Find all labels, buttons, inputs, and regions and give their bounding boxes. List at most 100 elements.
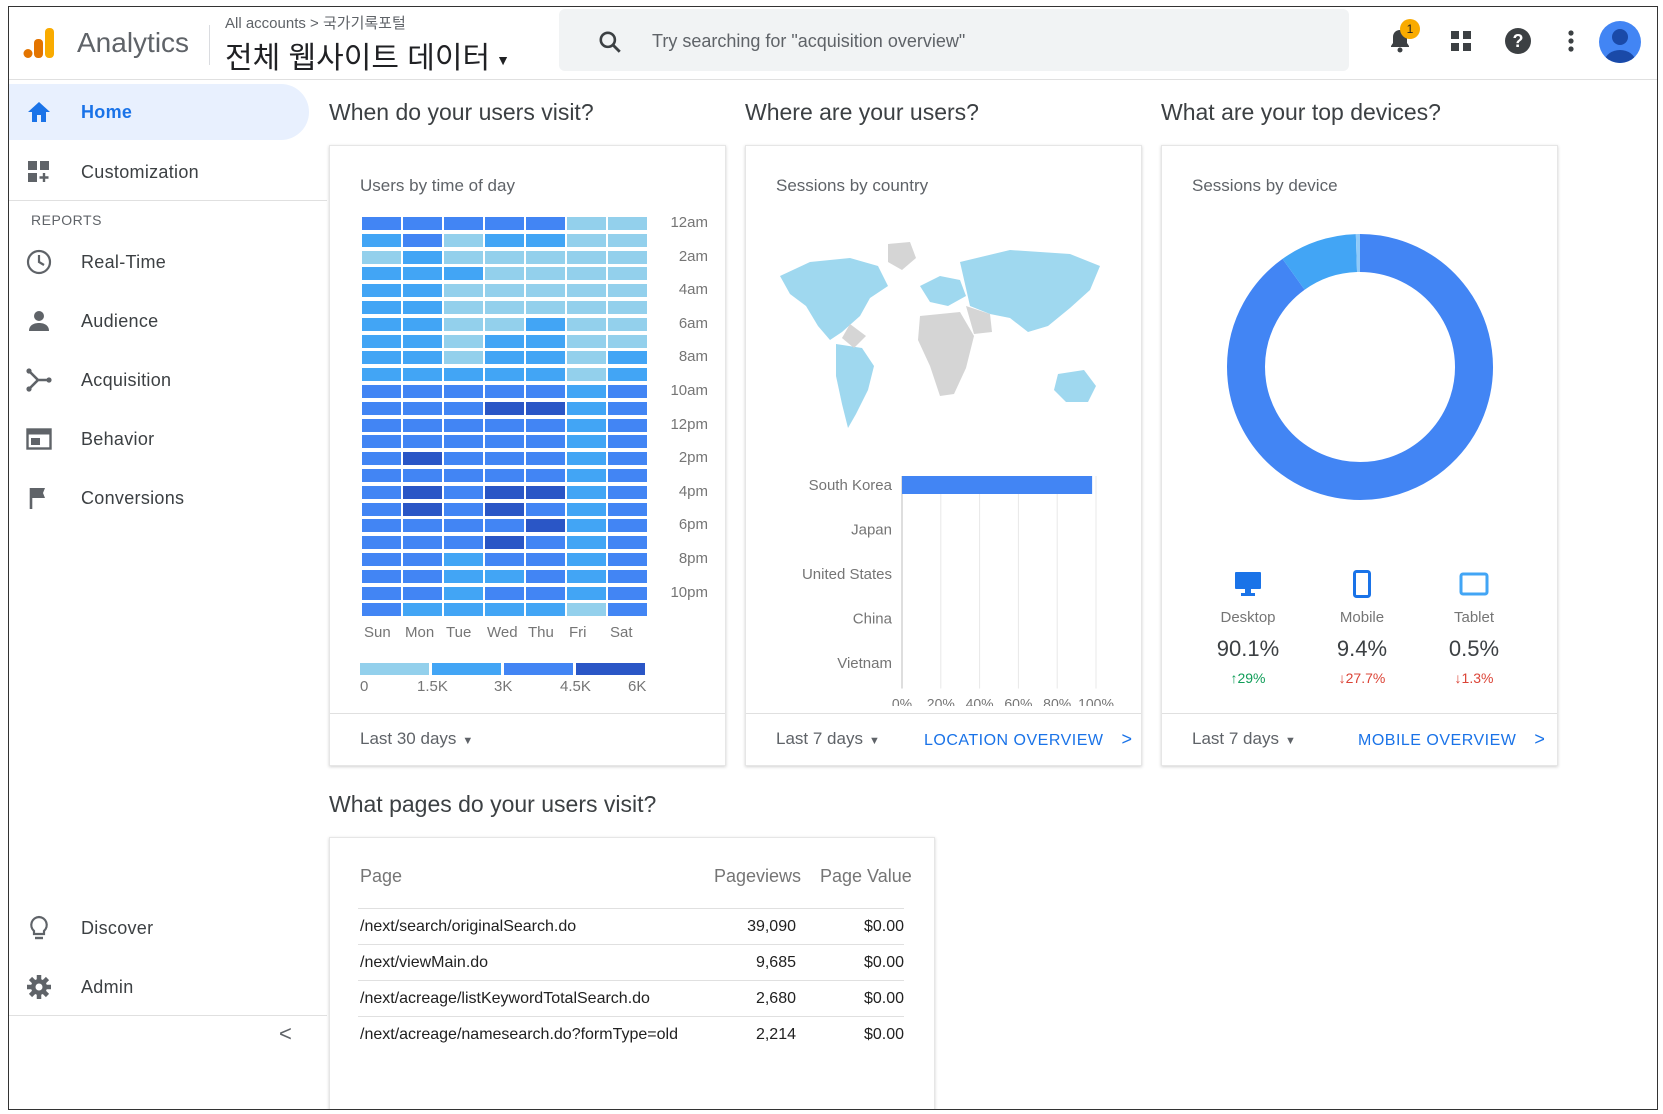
heatmap-cell[interactable]	[567, 519, 606, 533]
column-header-page[interactable]: Page	[360, 866, 402, 887]
heatmap-cell[interactable]	[526, 418, 565, 432]
heatmap-cell[interactable]	[403, 334, 442, 348]
collapse-sidebar-chevron-icon[interactable]: <	[279, 1021, 292, 1047]
heatmap-cell[interactable]	[444, 351, 483, 365]
table-row[interactable]: /next/acreage/namesearch.do?formType=old…	[358, 1016, 904, 1052]
heatmap-cell[interactable]	[403, 603, 442, 617]
heatmap-cell[interactable]	[608, 401, 647, 415]
table-row[interactable]: /next/search/originalSearch.do 39,090 $0…	[358, 908, 904, 944]
heatmap-cell[interactable]	[362, 368, 401, 382]
heatmap-cell[interactable]	[567, 485, 606, 499]
date-range-selector[interactable]: Last 7 days ▼	[776, 729, 880, 749]
heatmap-cell[interactable]	[444, 502, 483, 516]
heatmap-cell[interactable]	[608, 435, 647, 449]
heatmap-cell[interactable]	[444, 217, 483, 230]
heatmap-cell[interactable]	[567, 317, 606, 331]
heatmap-cell[interactable]	[444, 553, 483, 566]
heatmap-cell[interactable]	[608, 233, 647, 247]
heatmap-cell[interactable]	[526, 586, 565, 600]
heatmap-cell[interactable]	[526, 317, 565, 331]
heatmap-cell[interactable]	[485, 284, 524, 298]
heatmap-cell[interactable]	[403, 469, 442, 482]
country-bar[interactable]	[902, 476, 1093, 494]
heatmap-cell[interactable]	[608, 485, 647, 499]
heatmap-cell[interactable]	[485, 452, 524, 466]
heatmap-cell[interactable]	[403, 250, 442, 264]
heatmap-cell[interactable]	[362, 485, 401, 499]
sidebar-item-conversions[interactable]: Conversions	[9, 470, 309, 526]
heatmap-cell[interactable]	[362, 452, 401, 466]
search-input[interactable]: Try searching for "acquisition overview"	[559, 9, 1349, 71]
heatmap-cell[interactable]	[608, 368, 647, 382]
help-button[interactable]: ?	[1502, 25, 1534, 57]
heatmap-cell[interactable]	[526, 250, 565, 264]
sidebar-item-admin[interactable]: Admin	[9, 959, 309, 1015]
heatmap-cell[interactable]	[567, 435, 606, 449]
heatmap-cell[interactable]	[485, 536, 524, 550]
heatmap-cell[interactable]	[567, 569, 606, 583]
heatmap-cell[interactable]	[608, 351, 647, 365]
heatmap-cell[interactable]	[526, 569, 565, 583]
heatmap-cell[interactable]	[403, 368, 442, 382]
heatmap-cell[interactable]	[444, 301, 483, 314]
sidebar-item-discover[interactable]: Discover	[9, 900, 309, 956]
heatmap-cell[interactable]	[362, 317, 401, 331]
device-stat-desktop[interactable]: Desktop 90.1% ↑29%	[1193, 570, 1303, 686]
heatmap-cell[interactable]	[526, 301, 565, 314]
heatmap-cell[interactable]	[444, 485, 483, 499]
heatmap-cell[interactable]	[608, 267, 647, 281]
apps-button[interactable]	[1445, 25, 1477, 57]
heatmap-cell[interactable]	[403, 586, 442, 600]
heatmap-cell[interactable]	[526, 603, 565, 617]
heatmap-cell[interactable]	[567, 385, 606, 398]
heatmap-cell[interactable]	[362, 267, 401, 281]
heatmap-cell[interactable]	[526, 485, 565, 499]
heatmap-cell[interactable]	[362, 519, 401, 533]
heatmap-cell[interactable]	[485, 334, 524, 348]
column-header-page-value[interactable]: Page Value	[820, 866, 912, 887]
heatmap-cell[interactable]	[608, 284, 647, 298]
heatmap-cell[interactable]	[526, 502, 565, 516]
heatmap-cell[interactable]	[362, 603, 401, 617]
heatmap-cell[interactable]	[567, 452, 606, 466]
device-stat-mobile[interactable]: Mobile 9.4% ↓27.7%	[1307, 570, 1417, 686]
date-range-selector[interactable]: Last 30 days ▼	[360, 729, 473, 749]
heatmap-cell[interactable]	[444, 603, 483, 617]
heatmap-cell[interactable]	[608, 469, 647, 482]
page-path[interactable]: /next/acreage/listKeywordTotalSearch.do	[360, 990, 650, 1008]
heatmap-cell[interactable]	[485, 502, 524, 516]
heatmap-cell[interactable]	[403, 233, 442, 247]
heatmap-cell[interactable]	[485, 267, 524, 281]
heatmap-cell[interactable]	[485, 233, 524, 247]
device-stat-tablet[interactable]: Tablet 0.5% ↓1.3%	[1419, 570, 1529, 686]
date-range-selector[interactable]: Last 7 days ▼	[1192, 729, 1296, 749]
heatmap-cell[interactable]	[567, 553, 606, 566]
device-donut-chart[interactable]	[1224, 231, 1496, 503]
heatmap-cell[interactable]	[362, 502, 401, 516]
more-options-button[interactable]	[1555, 25, 1587, 57]
heatmap-cell[interactable]	[403, 217, 442, 230]
heatmap-cell[interactable]	[362, 435, 401, 449]
heatmap-cell[interactable]	[444, 452, 483, 466]
heatmap-cell[interactable]	[608, 519, 647, 533]
heatmap-cell[interactable]	[362, 250, 401, 264]
heatmap-cell[interactable]	[403, 553, 442, 566]
heatmap-cell[interactable]	[485, 301, 524, 314]
heatmap-cell[interactable]	[362, 217, 401, 230]
heatmap-cell[interactable]	[444, 233, 483, 247]
location-overview-link[interactable]: LOCATION OVERVIEW >	[924, 729, 1133, 750]
heatmap-cell[interactable]	[485, 385, 524, 398]
heatmap-cell[interactable]	[444, 586, 483, 600]
sidebar-item-customization[interactable]: Customization	[9, 144, 309, 200]
donut-slice[interactable]	[1227, 234, 1493, 500]
table-row[interactable]: /next/acreage/listKeywordTotalSearch.do …	[358, 980, 904, 1016]
mobile-overview-link[interactable]: MOBILE OVERVIEW >	[1358, 729, 1545, 750]
sidebar-item-home[interactable]: Home	[9, 84, 309, 140]
heatmap-cell[interactable]	[526, 267, 565, 281]
heatmap-cell[interactable]	[403, 452, 442, 466]
heatmap-cell[interactable]	[444, 401, 483, 415]
heatmap-cell[interactable]	[362, 401, 401, 415]
heatmap-cell[interactable]	[362, 334, 401, 348]
heatmap-cell[interactable]	[403, 351, 442, 365]
heatmap-cell[interactable]	[608, 569, 647, 583]
